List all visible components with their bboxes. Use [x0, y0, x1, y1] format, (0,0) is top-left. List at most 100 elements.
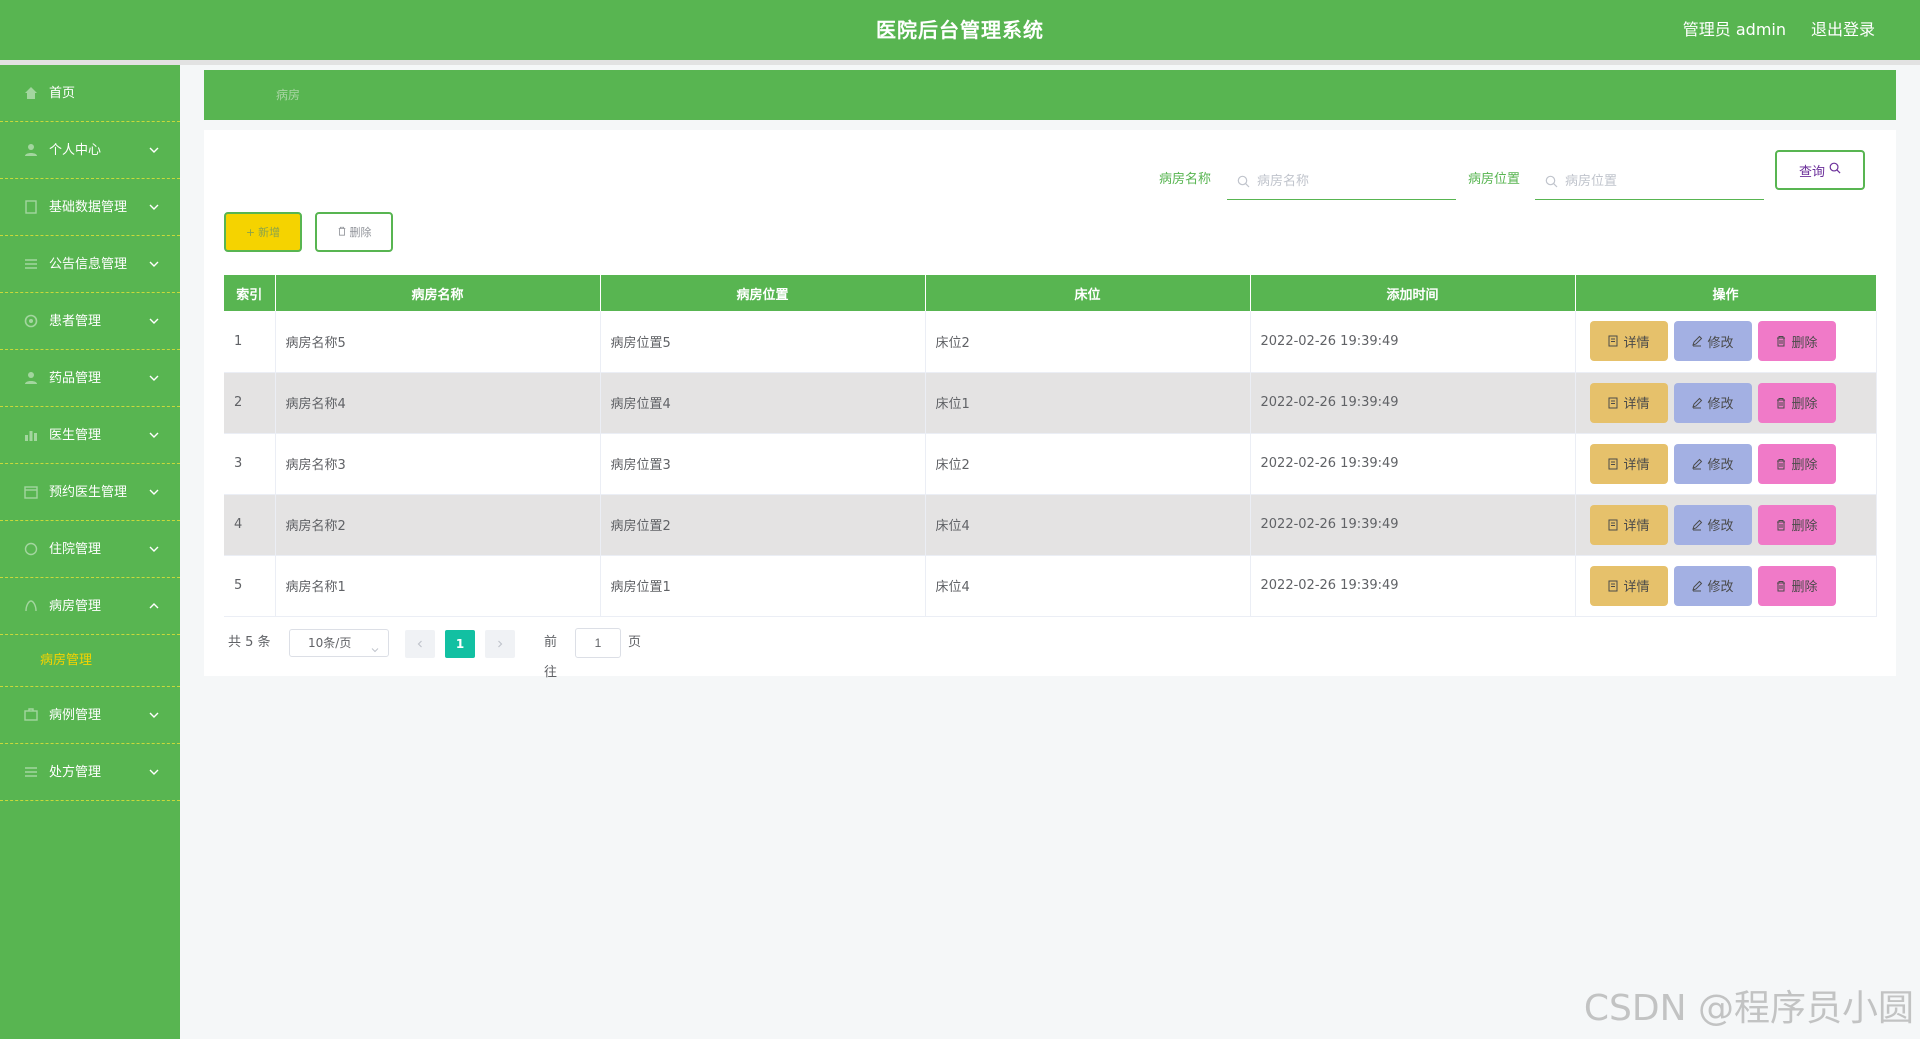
delete-button[interactable]: 删除: [1757, 321, 1836, 362]
user-icon: [24, 143, 38, 157]
plus-icon: +: [245, 225, 256, 239]
chevron-down-icon: [148, 315, 160, 327]
page-size-select[interactable]: 10条/页: [289, 629, 389, 657]
search-icon: [1237, 173, 1250, 188]
edit-button[interactable]: 修改: [1673, 565, 1752, 606]
sidebar-item-label: 病房管理: [49, 599, 102, 614]
table-row: 3 病房名称3 病房位置3 床位2 2022-02-26 19:39:49 详情 修改 删除: [224, 433, 1877, 495]
page-size-value: 10条/页: [308, 636, 352, 650]
chevron-left-icon: [417, 640, 422, 648]
cell-ward-location: 病房位置4: [600, 372, 926, 434]
page-number-current[interactable]: 1: [445, 630, 475, 658]
document-icon: [1607, 519, 1619, 531]
query-button[interactable]: 查询: [1775, 150, 1865, 190]
cell-bed: 床位4: [925, 555, 1251, 617]
trash-icon: [1775, 458, 1787, 470]
sidebar-item-ward[interactable]: 病房管理: [0, 578, 180, 635]
submenu-item-ward-manage[interactable]: 病房管理: [0, 635, 180, 687]
sidebar-item-basic-data[interactable]: 基础数据管理: [0, 179, 180, 236]
edit-button[interactable]: 修改: [1673, 382, 1752, 423]
column-header: 病房名称: [275, 275, 601, 311]
detail-button-label: 详情: [1623, 580, 1650, 595]
detail-button[interactable]: 详情: [1589, 443, 1668, 484]
table-row: 1 病房名称5 病房位置5 床位2 2022-02-26 19:39:49 详情 修改 删除: [224, 311, 1877, 373]
trash-icon: [337, 226, 347, 239]
cell-added-time: 2022-02-26 19:39:49: [1250, 311, 1576, 373]
edit-button-label: 修改: [1707, 397, 1734, 412]
sidebar-item-prescription[interactable]: 处方管理: [0, 744, 180, 801]
ward-table: 索引 病房名称 病房位置 床位 添加时间 操作 1 病房名称5 病房位置5 床位2 20…: [224, 275, 1877, 617]
edit-icon: [1691, 580, 1703, 592]
ward-location-input[interactable]: [1565, 160, 1760, 200]
cell-operations: 详情 修改 删除: [1575, 433, 1877, 495]
sidebar-item-case[interactable]: 病例管理: [0, 687, 180, 744]
detail-button[interactable]: 详情: [1589, 321, 1668, 362]
sidebar-item-label: 药品管理: [49, 371, 102, 386]
cell-added-time: 2022-02-26 19:39:49: [1250, 372, 1576, 434]
edit-button[interactable]: 修改: [1673, 321, 1752, 362]
document-icon: [1607, 397, 1619, 409]
app-title: 医院后台管理系统: [876, 18, 1044, 42]
goto-label: 前往: [544, 635, 558, 680]
current-user: 管理员 admin: [1682, 20, 1786, 39]
goto-page-input[interactable]: [575, 628, 621, 658]
cell-index: 3: [224, 433, 276, 495]
edit-button-label: 修改: [1707, 580, 1734, 595]
chevron-down-icon: [148, 486, 160, 498]
detail-button[interactable]: 详情: [1589, 565, 1668, 606]
document-icon: [24, 200, 38, 214]
ward-name-input[interactable]: [1257, 160, 1452, 200]
header-divider: [0, 60, 1920, 65]
sidebar-item-appointment[interactable]: 预约医生管理: [0, 464, 180, 521]
sidebar-item-label: 首页: [49, 86, 76, 101]
sidebar-item-label: 个人中心: [49, 143, 102, 158]
delete-button[interactable]: 删除: [1757, 565, 1836, 606]
sidebar-item-label: 病例管理: [49, 708, 102, 723]
breadcrumb: 病房: [204, 70, 1896, 120]
edit-icon: [1691, 397, 1703, 409]
batch-delete-button[interactable]: 删除: [315, 212, 393, 252]
document-icon: [1607, 580, 1619, 592]
edit-button[interactable]: 修改: [1673, 504, 1752, 545]
sidebar-item-label: 住院管理: [49, 542, 102, 557]
sidebar-item-home[interactable]: 首页: [0, 65, 180, 122]
edit-button-label: 修改: [1707, 458, 1734, 473]
add-button[interactable]: + 新增: [224, 212, 302, 252]
table-row: 5 病房名称1 病房位置1 床位4 2022-02-26 19:39:49 详情 修改 删除: [224, 555, 1877, 617]
chart-icon: [24, 428, 38, 442]
cell-index: 1: [224, 311, 276, 373]
sidebar-item-hospitalization[interactable]: 住院管理: [0, 521, 180, 578]
search-icon: [1545, 173, 1558, 188]
sidebar-item-medicine[interactable]: 药品管理: [0, 350, 180, 407]
logout-link[interactable]: 退出登录: [1811, 0, 1875, 60]
top-header: 医院后台管理系统 管理员 admin 退出登录: [0, 0, 1920, 60]
cell-operations: 详情 修改 删除: [1575, 494, 1877, 556]
ward-location-label: 病房位置: [1468, 172, 1521, 187]
prev-page-button[interactable]: [405, 630, 435, 658]
sidebar-item-personal[interactable]: 个人中心: [0, 122, 180, 179]
cell-operations: 详情 修改 删除: [1575, 372, 1877, 434]
chevron-down-icon: [148, 258, 160, 270]
home-icon: [24, 86, 38, 100]
cell-ward-name: 病房名称1: [275, 555, 601, 617]
sidebar-item-label: 处方管理: [49, 765, 102, 780]
circle-icon: [24, 542, 38, 556]
delete-button[interactable]: 删除: [1757, 504, 1836, 545]
ward-name-field[interactable]: [1227, 160, 1456, 200]
sidebar-item-notice[interactable]: 公告信息管理: [0, 236, 180, 293]
delete-button[interactable]: 删除: [1757, 382, 1836, 423]
edit-button[interactable]: 修改: [1673, 443, 1752, 484]
watermark: CSDN @程序员小圆: [1583, 988, 1914, 1029]
delete-button-label: 删除: [1791, 335, 1818, 351]
column-header: 床位: [925, 275, 1251, 311]
detail-button[interactable]: 详情: [1589, 504, 1668, 545]
sidebar-item-patient[interactable]: 患者管理: [0, 293, 180, 350]
detail-button[interactable]: 详情: [1589, 382, 1668, 423]
next-page-button[interactable]: [485, 630, 515, 658]
detail-button-label: 详情: [1623, 458, 1650, 473]
sidebar-item-doctor[interactable]: 医生管理: [0, 407, 180, 464]
ward-location-field[interactable]: [1535, 160, 1764, 200]
delete-button[interactable]: 删除: [1757, 443, 1836, 484]
breadcrumb-current[interactable]: 病房: [276, 70, 300, 120]
edit-icon: [1691, 335, 1703, 347]
